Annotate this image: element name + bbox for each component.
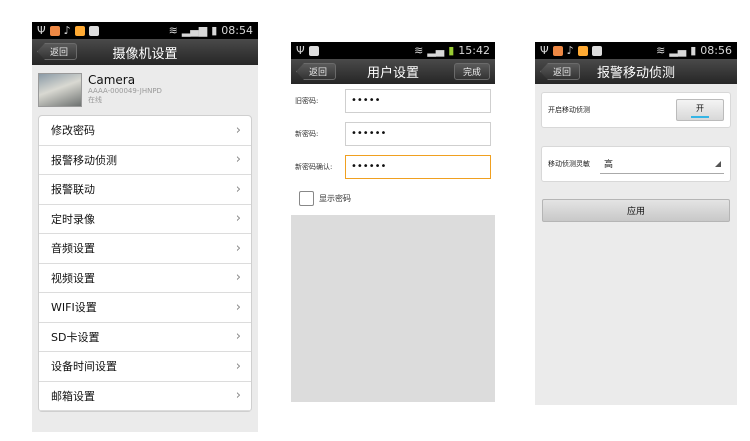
app-notification-icon [577, 45, 588, 56]
motion-detection-row: 开启移动侦测 开 [541, 92, 731, 128]
apply-button[interactable]: 应用 [542, 199, 730, 222]
chevron-right-icon: › [235, 181, 241, 197]
motion-detection-toggle[interactable]: 开 [676, 99, 724, 121]
done-button[interactable]: 完成 [453, 63, 490, 80]
usb-icon: Ψ [37, 24, 46, 37]
show-password-label: 显示密码 [319, 193, 351, 203]
motion-detection-label: 开启移动侦测 [548, 106, 590, 114]
menu-item-change-password[interactable]: 修改密码 › [39, 116, 251, 146]
camera-settings-screen: Ψ ♪ ≋ ▂▄▆ ▮ 08:54 返回 摄像机设置 Camera AAAA-0… [32, 22, 258, 432]
title-bar: 返回 用户设置 完成 [291, 59, 495, 84]
menu-item-audio-settings[interactable]: 音频设置 › [39, 234, 251, 264]
camera-thumbnail [38, 73, 82, 107]
chevron-right-icon: › [235, 358, 241, 374]
chevron-right-icon: › [235, 122, 241, 138]
menu-item-email-settings[interactable]: 邮箱设置 › [39, 382, 251, 411]
sensitivity-select[interactable]: 高 [600, 154, 724, 174]
chevron-right-icon: › [235, 270, 241, 286]
toggle-label: 开 [696, 103, 704, 113]
motion-detection-screen: Ψ ♪ ≋ ▂▄ ▮ 08:56 返回 报警移动侦测 开启移动侦测 开 移动侦测… [535, 42, 737, 405]
password-form: 旧密码: ••••• 新密码: •••••• 新密码确认: •••••• 显示密… [291, 84, 495, 215]
app-notification-icon [74, 25, 85, 36]
back-button[interactable]: 返回 [37, 43, 78, 60]
camera-info[interactable]: Camera AAAA-000049-JHNPD 在线 [32, 65, 258, 115]
status-time: 08:56 [700, 44, 732, 57]
document-icon [591, 45, 602, 56]
back-button[interactable]: 返回 [296, 63, 337, 80]
title-bar: 返回 摄像机设置 [32, 39, 258, 65]
chevron-right-icon: › [235, 211, 241, 227]
show-password-row[interactable]: 显示密码 [295, 183, 491, 213]
battery-icon: ▮ [690, 44, 697, 57]
usb-icon: Ψ [540, 44, 549, 57]
old-password-label: 旧密码: [295, 96, 319, 105]
menu-item-sd-card-settings[interactable]: SD卡设置 › [39, 323, 251, 352]
camera-name: Camera [88, 73, 136, 87]
camera-status: 在线 [88, 96, 102, 104]
wifi-icon: ≋ [168, 24, 178, 37]
signal-icon: ▂▄▆ [181, 24, 208, 37]
signal-icon: ▂▄ [427, 44, 445, 57]
confirm-password-field[interactable]: •••••• [345, 154, 491, 179]
chevron-right-icon: › [235, 240, 241, 256]
status-bar: Ψ ♪ ≋ ▂▄ ▮ 08:56 [535, 42, 737, 59]
wifi-icon: ≋ [414, 44, 424, 57]
sensitivity-label: 移动侦测灵敏 [548, 160, 590, 168]
wifi-icon: ≋ [656, 44, 666, 57]
old-password-row: 旧密码: ••••• [295, 84, 491, 117]
confirm-password-label: 新密码确认: [295, 162, 333, 171]
new-password-label: 新密码: [295, 129, 319, 138]
sensitivity-row: 移动侦测灵敏 高 [541, 146, 731, 182]
confirm-password-row: 新密码确认: •••••• [295, 150, 491, 183]
chevron-right-icon: › [235, 329, 241, 345]
notification-icon: ♪ [63, 24, 71, 37]
app-notification-icon [552, 45, 563, 56]
title-bar: 返回 报警移动侦测 [535, 59, 737, 84]
document-icon [88, 25, 99, 36]
chevron-right-icon: › [235, 388, 241, 404]
page-title: 报警移动侦测 [596, 66, 675, 81]
battery-icon: ▮ [448, 44, 455, 57]
back-button[interactable]: 返回 [540, 63, 581, 80]
app-notification-icon [49, 25, 60, 36]
status-bar: Ψ ≋ ▂▄ ▮ 15:42 [291, 42, 495, 59]
page-title: 摄像机设置 [112, 46, 178, 62]
camera-id: AAAA-000049-JHNPD [88, 87, 162, 95]
menu-item-wifi-settings[interactable]: WIFI设置 › [39, 293, 251, 323]
settings-menu: 修改密码 › 报警移动侦测 › 报警联动 › 定时录像 › 音频设置 › 视频设置 › WI… [38, 115, 252, 412]
status-time: 08:54 [221, 24, 253, 37]
chevron-right-icon: › [235, 152, 241, 168]
menu-item-alarm-linkage[interactable]: 报警联动 › [39, 175, 251, 205]
new-password-field[interactable]: •••••• [345, 121, 491, 146]
usb-icon: Ψ [296, 44, 305, 57]
menu-item-device-time-settings[interactable]: 设备时间设置 › [39, 352, 251, 382]
show-password-checkbox[interactable] [299, 190, 314, 206]
chevron-right-icon: › [235, 299, 241, 315]
sensitivity-value: 高 [604, 160, 614, 170]
battery-icon: ▮ [211, 24, 218, 37]
menu-item-motion-detection[interactable]: 报警移动侦测 › [39, 146, 251, 175]
dropdown-corner-icon [715, 160, 721, 167]
status-bar: Ψ ♪ ≋ ▂▄▆ ▮ 08:54 [32, 22, 258, 39]
signal-icon: ▂▄ [669, 44, 687, 57]
new-password-row: 新密码: •••••• [295, 117, 491, 150]
document-icon [308, 45, 319, 56]
status-time: 15:42 [458, 44, 490, 57]
page-title: 用户设置 [366, 66, 419, 81]
old-password-field[interactable]: ••••• [345, 88, 491, 113]
user-settings-screen: Ψ ≋ ▂▄ ▮ 15:42 返回 用户设置 完成 旧密码: ••••• 新密码… [291, 42, 495, 402]
menu-item-video-settings[interactable]: 视频设置 › [39, 264, 251, 293]
menu-item-scheduled-recording[interactable]: 定时录像 › [39, 205, 251, 234]
notification-icon: ♪ [566, 44, 574, 57]
toggle-indicator [691, 115, 709, 118]
